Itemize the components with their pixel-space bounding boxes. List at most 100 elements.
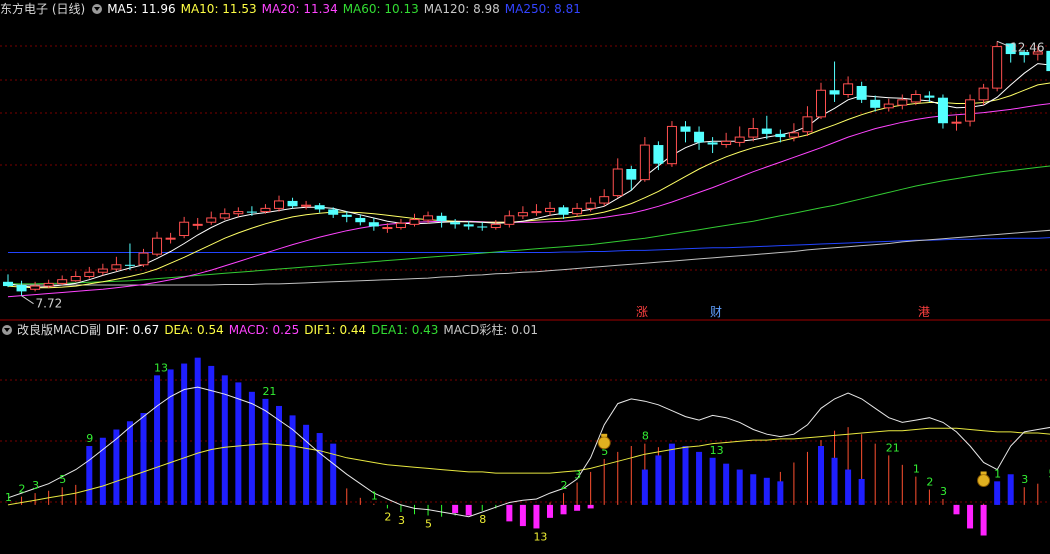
bar-count-label: 21 [262,385,276,398]
color-bar [723,463,730,505]
candle [395,219,406,230]
low-price-label: 7.72 [36,297,63,311]
candle-body [748,128,759,138]
color-bar [668,443,675,505]
candle-body [721,140,732,146]
candle-body [653,145,664,164]
candle-body [626,169,637,180]
bar-count-label: 1 [913,463,920,476]
color-bar [194,357,201,505]
candle-body [423,215,434,221]
bar-count-label: 3 [574,469,581,482]
candle [341,211,352,223]
candle [829,61,840,102]
candle-body [206,217,217,223]
candle-body [965,99,976,122]
candle-body [585,202,596,209]
candle-body [152,237,163,255]
candle [16,280,27,296]
candle [274,195,284,212]
low-pointer [21,295,34,305]
bar-count-label: 21 [886,441,900,454]
candle [572,203,583,217]
candle [219,208,230,221]
bar-count-label: 1 [994,467,1001,480]
candle-body [368,222,379,227]
candle [368,217,379,231]
ma120-line [8,229,1050,286]
candle [314,203,325,213]
color-bar [763,477,770,505]
candle [206,211,217,225]
candle-body [436,215,447,222]
candle-body [97,268,108,273]
candle-body [639,144,650,181]
bar-count-label: 2 [561,479,568,492]
candle [653,141,664,171]
color-bar [682,446,689,505]
candle [124,243,135,271]
candle [965,94,976,127]
candle [1046,50,1050,72]
candle-body [355,217,366,223]
candle [558,205,569,220]
candle [70,271,81,282]
color-bar [736,469,743,505]
count-labels: 123591321123581323581321123135 [5,361,1050,543]
candle-body [937,97,948,124]
candle [680,121,691,143]
candle [531,204,542,216]
kline-chart-canvas[interactable]: 12.467.72123591321123581323581321123135 [0,0,1050,554]
candle-body [165,237,176,240]
candle-body [775,133,786,138]
candle [97,263,108,276]
color-bar [289,415,296,505]
color-bar [574,504,581,511]
candles [3,41,1050,296]
color-bar [235,382,242,505]
candle [761,115,772,140]
candle [463,221,474,230]
candle [545,201,555,216]
candle [30,281,41,292]
color-bar [777,481,784,505]
color-bar [533,504,540,529]
candle [951,115,962,131]
ma5-line [7,63,1050,288]
candle [233,207,244,217]
bar-count-label: 13 [154,361,168,374]
color-bar [587,504,594,509]
candle [504,210,515,228]
color-bar [750,474,757,505]
candle [57,275,68,286]
money-bag-tie [601,433,608,437]
candle [517,206,528,220]
color-bar [1007,474,1014,505]
candle [152,231,163,257]
candle-body [531,211,542,214]
color-bar [181,363,188,505]
money-bag-tie [980,471,987,475]
money-bag-body [597,436,611,450]
candle [287,197,298,209]
candle [992,41,1003,92]
candle [816,82,826,119]
candle [409,213,420,227]
candle-body [856,85,867,100]
candle-body [30,285,41,290]
candle-body [545,207,555,213]
candle-body [328,209,339,215]
candle-body [680,126,691,132]
color-bar [519,504,526,527]
color-bar [655,455,662,505]
candle [802,106,813,137]
candle-body [477,226,488,228]
candle-body [382,227,393,230]
color-bar [140,413,147,505]
candle-body [409,219,420,225]
candle [639,137,650,182]
candle-body [788,132,799,138]
candle [490,220,501,230]
candle [477,222,488,231]
high-price-label: 12.46 [1010,40,1044,54]
